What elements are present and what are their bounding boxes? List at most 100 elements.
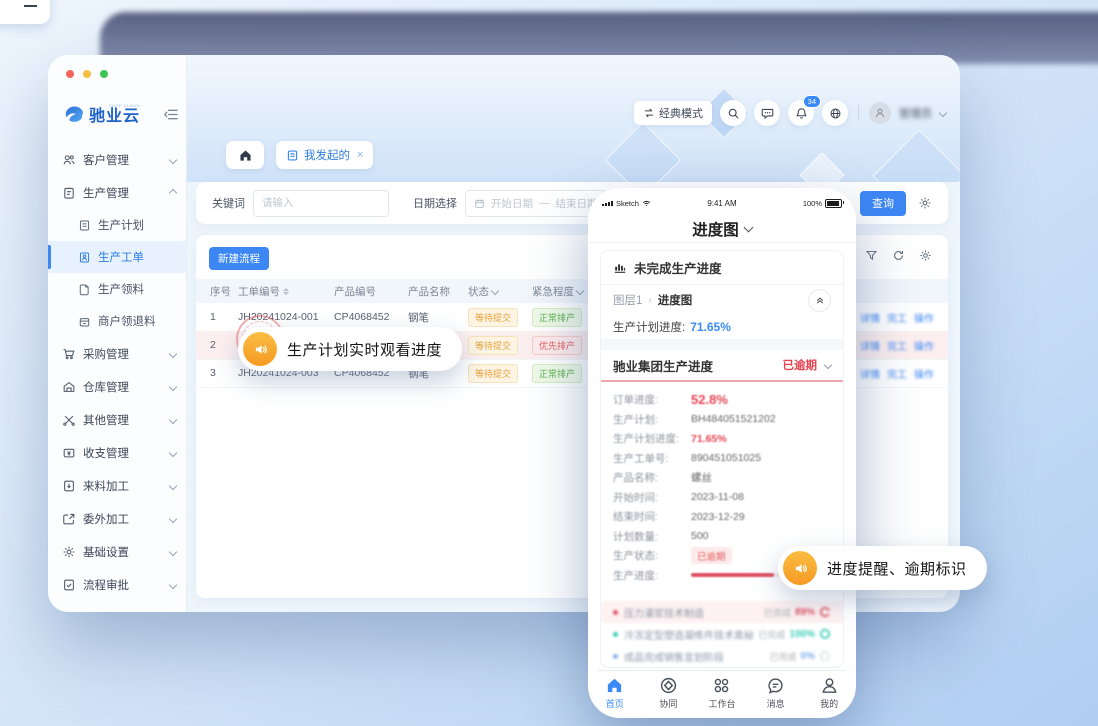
chevron-down-icon	[169, 382, 177, 390]
home-tab-button[interactable]	[226, 141, 264, 169]
sidebar-item-label: 生产计划	[98, 217, 144, 233]
nav-collaborate[interactable]: 协同	[642, 676, 696, 714]
plan-progress: 71.65%	[691, 433, 727, 445]
task-name: 冷冻定型塑造凝练件技术奥秘	[624, 627, 754, 642]
sidebar-item-other[interactable]: 其他管理	[48, 403, 186, 436]
task-list: 压力灌浆技术制造 已完成 89% 冷冻定型塑造凝练件技术奥秘 已完成 100% …	[601, 601, 843, 667]
task-name: 压力灌浆技术制造	[624, 605, 704, 620]
action-link[interactable]: 操作	[914, 338, 934, 353]
status-badge: 等待提交	[468, 308, 518, 327]
close-window-button[interactable]	[66, 70, 74, 78]
breadcrumb-separator: ›	[648, 295, 651, 306]
sidebar-item-settings[interactable]: 基础设置	[48, 535, 186, 568]
group-header[interactable]: 驰业集团生产进度 已逾期	[601, 350, 843, 382]
detail-row: 生产计划进度:71.65%	[613, 429, 831, 449]
sidebar-item-material-pick[interactable]: 生产领料	[48, 273, 186, 305]
search-button[interactable]	[720, 100, 746, 126]
nav-label: 消息	[767, 697, 785, 710]
action-link[interactable]: 操作	[914, 310, 934, 325]
minimize-window-button[interactable]	[83, 70, 91, 78]
chevron-down-icon[interactable]	[576, 287, 584, 295]
tab-my-initiated[interactable]: 我发起的 ×	[276, 141, 373, 169]
notifications-button[interactable]: 34	[788, 100, 814, 126]
urgency-badge: 正常排产	[532, 364, 582, 383]
sidebar-item-production[interactable]: 生产管理	[48, 176, 186, 209]
sidebar-item-label: 流程审批	[83, 577, 129, 593]
money-icon	[62, 446, 76, 460]
nav-label: 我的	[820, 697, 838, 710]
message-button[interactable]	[754, 100, 780, 126]
logo-icon	[60, 104, 86, 124]
swap-icon	[643, 107, 655, 119]
classic-mode-button[interactable]: 经典模式	[634, 101, 712, 125]
sidebar-item-customer[interactable]: 客户管理	[48, 143, 186, 176]
chevron-down-icon	[169, 415, 177, 423]
sidebar-item-merchant-return[interactable]: 商户领退料	[48, 305, 186, 337]
search-submit-button[interactable]: 查询	[860, 191, 906, 216]
row-actions: 详情 完工 操作	[860, 338, 934, 353]
cell-product-name: 钢笔	[408, 310, 468, 325]
refresh-icon[interactable]	[892, 249, 905, 262]
sidebar-item-label: 收支管理	[83, 445, 129, 461]
sidebar-item-production-order[interactable]: 生产工单	[48, 241, 186, 273]
nav-label: 协同	[659, 697, 677, 710]
filter-funnel-icon[interactable]	[865, 249, 878, 262]
calendar-icon	[474, 198, 485, 209]
sidebar-item-production-plan[interactable]: 生产计划	[48, 209, 186, 241]
nav-profile[interactable]: 我的	[802, 676, 856, 714]
task-row[interactable]: 压力灌浆技术制造 已完成 89%	[601, 601, 843, 623]
sort-icon[interactable]	[283, 288, 289, 295]
nav-label: 首页	[606, 697, 624, 710]
filter-settings-icon[interactable]	[918, 196, 932, 210]
new-process-button[interactable]: 新建流程	[209, 247, 269, 270]
task-row[interactable]: 冷冻定型塑造凝练件技术奥秘 已完成 100%	[601, 623, 843, 645]
collapse-button[interactable]	[808, 289, 831, 312]
nav-workbench[interactable]: 工作台	[695, 676, 749, 714]
callout-text: 进度提醒、逾期标识	[827, 558, 967, 579]
action-link[interactable]: 完工	[887, 338, 907, 353]
maximize-window-button[interactable]	[100, 70, 108, 78]
chevron-down-icon	[743, 223, 753, 233]
sidebar-item-incoming-processing[interactable]: 来料加工	[48, 469, 186, 502]
sidebar-item-label: 采购管理	[83, 346, 129, 362]
action-link[interactable]: 详情	[860, 366, 880, 381]
action-link[interactable]: 完工	[887, 366, 907, 381]
keyword-input[interactable]	[253, 190, 389, 217]
table-settings-icon[interactable]	[919, 249, 932, 262]
home-icon	[605, 676, 624, 695]
task-row[interactable]: 成品完成销售宣划阶段 已完成 0%	[601, 645, 843, 667]
doc-in-icon	[62, 479, 76, 493]
sidebar-item-approval[interactable]: 流程审批	[48, 568, 186, 601]
close-tab-icon[interactable]: ×	[357, 150, 363, 161]
sidebar-item-outsourcing[interactable]: 委外加工	[48, 502, 186, 535]
sidebar-collapse-icon[interactable]	[163, 108, 178, 121]
action-link[interactable]: 详情	[860, 338, 880, 353]
progress-ring-icon	[819, 650, 831, 662]
action-link[interactable]: 完工	[887, 310, 907, 325]
cart-icon	[62, 347, 76, 361]
task-percent: 0%	[801, 651, 815, 662]
decor-cube	[872, 129, 960, 182]
task-done-label: 已完成	[770, 650, 797, 663]
nav-messages[interactable]: 消息	[749, 676, 803, 714]
planned-quantity: 500	[691, 530, 709, 542]
avatar[interactable]	[869, 102, 891, 124]
sidebar-item-purchase[interactable]: 采购管理	[48, 337, 186, 370]
language-button[interactable]	[822, 100, 848, 126]
sidebar-item-finance[interactable]: 收支管理	[48, 436, 186, 469]
sidebar-item-warehouse[interactable]: 仓库管理	[48, 370, 186, 403]
chevron-down-icon[interactable]	[491, 287, 499, 295]
phone-page-title[interactable]: 进度图	[588, 216, 856, 243]
nav-home[interactable]: 首页	[588, 676, 642, 714]
detail-row: 结束时间:2023-12-29	[613, 507, 831, 527]
chevron-down-icon[interactable]	[939, 109, 947, 117]
sidebar-item-label: 客户管理	[83, 152, 129, 168]
date-range-picker[interactable]: 开始日期 — 结束日期	[465, 190, 607, 217]
action-link[interactable]: 操作	[914, 366, 934, 381]
nav-label: 工作台	[708, 697, 735, 710]
order-progress-value: 52.8%	[691, 392, 728, 407]
window-controls[interactable]	[66, 70, 108, 78]
breadcrumb-layer[interactable]: 图层1	[613, 292, 642, 308]
breadcrumb: 图层1 › 进度图	[601, 285, 843, 315]
action-link[interactable]: 详情	[860, 310, 880, 325]
